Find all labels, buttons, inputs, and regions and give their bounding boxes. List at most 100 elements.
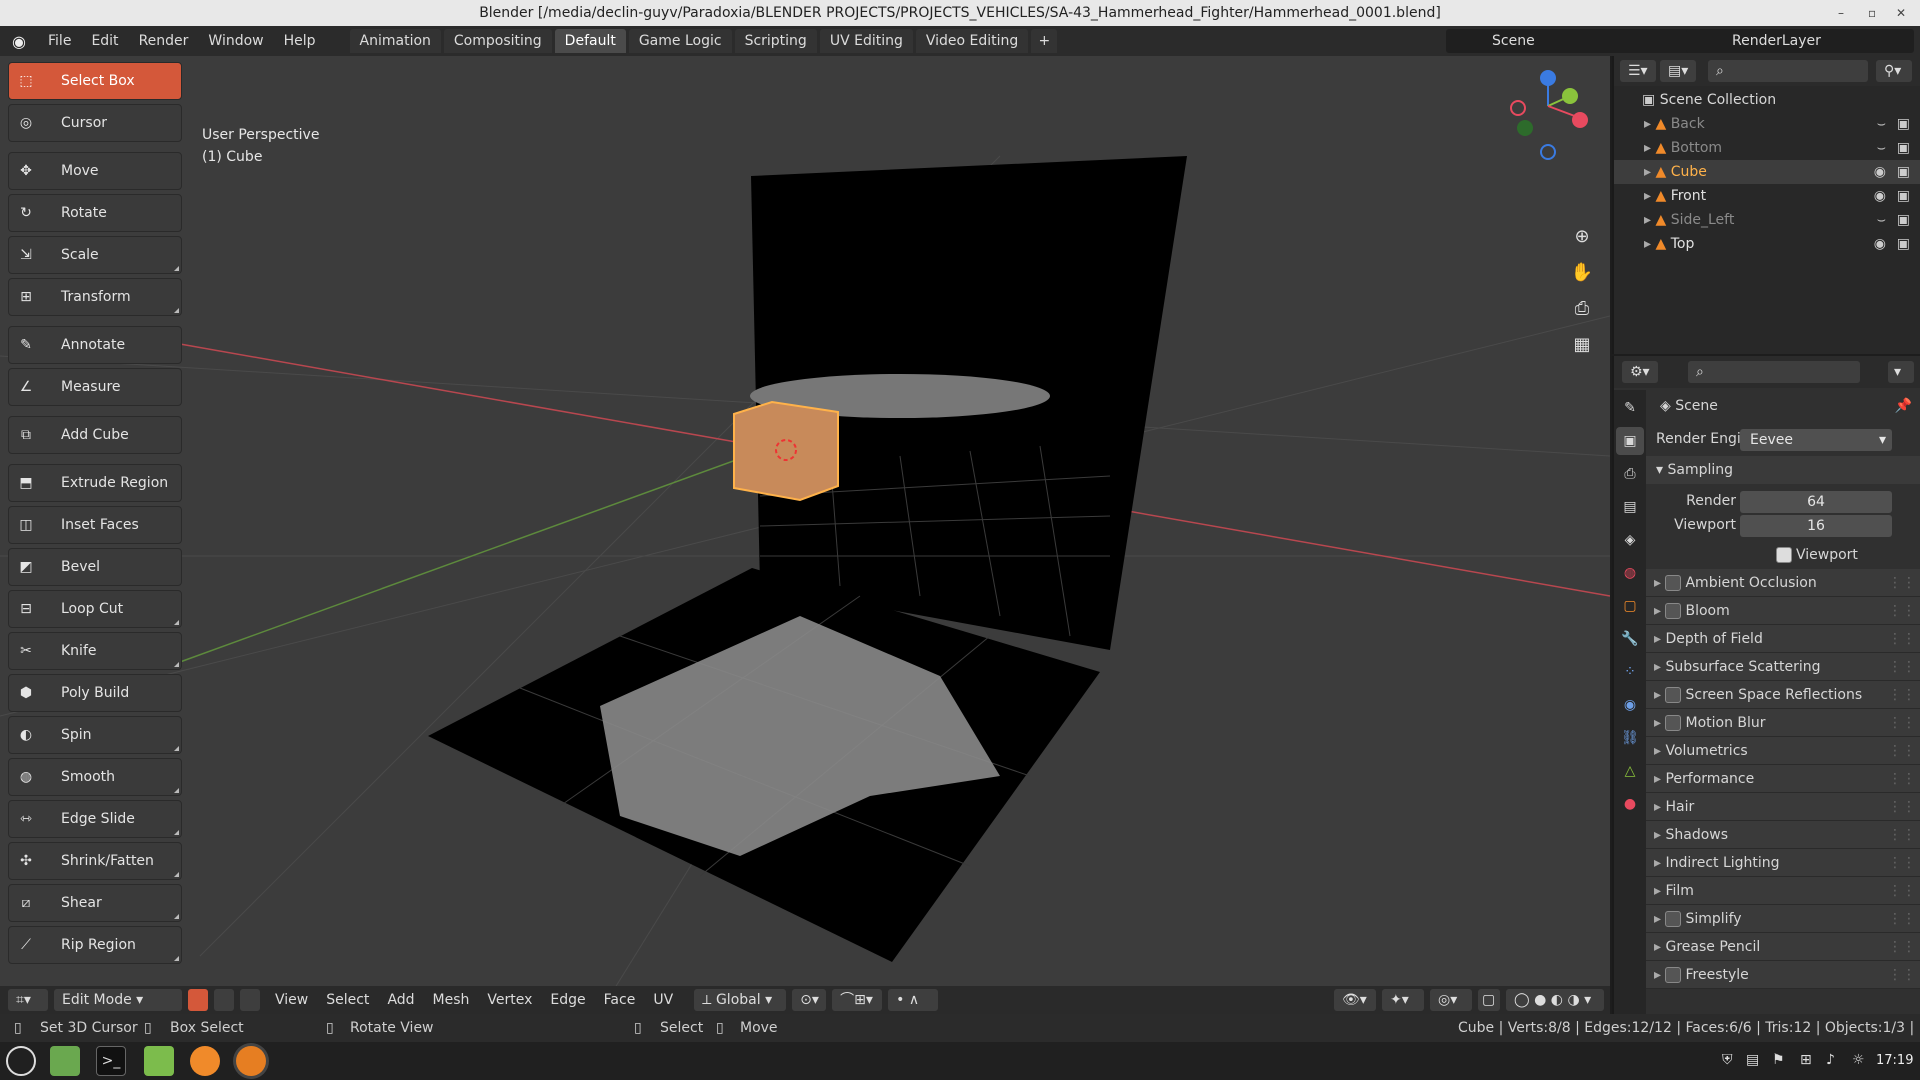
tool-edge-slide[interactable]: ⇿ Edge Slide [8, 800, 182, 838]
tool-smooth[interactable]: ◍ Smooth [8, 758, 182, 796]
tool-shrink-fatten[interactable]: ✣ Shrink/Fatten [8, 842, 182, 880]
render-tab-icon[interactable]: ▣ [1616, 427, 1644, 455]
tool-cursor[interactable]: ◎ Cursor [8, 104, 182, 142]
properties-editor-type-icon[interactable]: ⚙▾ [1622, 361, 1658, 383]
viewport-samples-field[interactable]: 16 [1740, 515, 1892, 537]
tool-select-box[interactable]: ⬚ Select Box [8, 62, 182, 100]
scene-collection-row[interactable]: ▣ Scene Collection [1614, 88, 1920, 112]
panel-expand-icon[interactable]: ▸ [1654, 631, 1665, 647]
panel-hair[interactable]: ▸ Hair ⋮⋮ [1646, 793, 1920, 821]
tool-variants-indicator[interactable] [174, 914, 179, 919]
eye-closed-icon[interactable]: ⌣ [1877, 112, 1886, 136]
expand-arrow-icon[interactable]: ▸ [1644, 116, 1655, 132]
expand-arrow-icon[interactable]: ▸ [1644, 212, 1655, 228]
tool-knife[interactable]: ✂ Knife [8, 632, 182, 670]
panel-ambient-occlusion[interactable]: ▸ Ambient Occlusion ⋮⋮ [1646, 569, 1920, 597]
output-tab-icon[interactable]: ⎙ [1616, 460, 1644, 488]
tool-variants-indicator[interactable] [174, 746, 179, 751]
tool-rotate[interactable]: ↻ Rotate [8, 194, 182, 232]
panel-expand-icon[interactable]: ▸ [1654, 967, 1665, 983]
panel-expand-icon[interactable]: ▸ [1654, 855, 1665, 871]
panel-expand-icon[interactable]: ▸ [1654, 799, 1665, 815]
modifier-tab-icon[interactable]: 🔧 [1616, 625, 1644, 653]
panel-enable-checkbox[interactable] [1665, 715, 1682, 731]
menu-uv[interactable]: UV [644, 986, 682, 1014]
edge-select-icon[interactable] [214, 989, 234, 1011]
brightness-icon[interactable]: ☼ [1852, 1052, 1865, 1068]
panel-grease-pencil[interactable]: ▸ Grease Pencil ⋮⋮ [1646, 933, 1920, 961]
particles-tab-icon[interactable]: ⁘ [1616, 658, 1644, 686]
tab-game-logic[interactable]: Game Logic [628, 29, 732, 53]
properties-search-input[interactable]: ⌕ [1688, 361, 1860, 383]
properties-options-icon[interactable]: ▾ [1888, 361, 1914, 383]
drag-handle-icon[interactable]: ⋮⋮ [1888, 681, 1916, 709]
tab-uv-editing[interactable]: UV Editing [819, 29, 913, 53]
viewport-scene[interactable] [0, 56, 1610, 1012]
panel-expand-icon[interactable]: ▸ [1654, 911, 1665, 927]
render-camera-icon[interactable]: ▣ [1897, 136, 1910, 160]
selected-cube[interactable] [733, 400, 839, 502]
tool-add-cube[interactable]: ⧉ Add Cube [8, 416, 182, 454]
menu-edge[interactable]: Edge [541, 986, 594, 1014]
tool-variants-indicator[interactable] [174, 620, 179, 625]
clock[interactable]: 17:19 [1876, 1053, 1913, 1068]
object-tab-icon[interactable]: ▢ [1616, 592, 1644, 620]
tool-tab-icon[interactable]: ✎ [1616, 394, 1644, 422]
drag-handle-icon[interactable]: ⋮⋮ [1888, 933, 1916, 961]
volume-icon[interactable]: ♪ [1826, 1052, 1835, 1068]
panel-simplify[interactable]: ▸ Simplify ⋮⋮ [1646, 905, 1920, 933]
panel-motion-blur[interactable]: ▸ Motion Blur ⋮⋮ [1646, 709, 1920, 737]
outliner-item-bottom[interactable]: ▸ ▲ Bottom ⌣ ▣ [1614, 136, 1920, 160]
tool-bevel[interactable]: ◩ Bevel [8, 548, 182, 586]
tool-poly-build[interactable]: ⬢ Poly Build [8, 674, 182, 712]
panel-volumetrics[interactable]: ▸ Volumetrics ⋮⋮ [1646, 737, 1920, 765]
blender-logo-icon[interactable]: ◉ [0, 32, 38, 51]
outliner-item-side-left[interactable]: ▸ ▲ Side_Left ⌣ ▣ [1614, 208, 1920, 232]
tool-transform[interactable]: ⊞ Transform [8, 278, 182, 316]
files-icon[interactable] [50, 1046, 80, 1076]
menu-view[interactable]: View [266, 986, 317, 1014]
menu-file[interactable]: File [38, 26, 81, 56]
panel-enable-checkbox[interactable] [1665, 575, 1682, 591]
tab-scripting[interactable]: Scripting [734, 29, 817, 53]
panel-expand-icon[interactable]: ▸ [1654, 575, 1665, 591]
gizmo-z-icon[interactable] [1540, 70, 1556, 86]
physics-tab-icon[interactable]: ◉ [1616, 691, 1644, 719]
eye-open-icon[interactable]: ◉ [1874, 232, 1886, 256]
xray-toggle-icon[interactable]: ▢ [1478, 989, 1500, 1011]
drag-handle-icon[interactable]: ⋮⋮ [1888, 569, 1916, 597]
drag-handle-icon[interactable]: ⋮⋮ [1888, 597, 1916, 625]
tool-rip-region[interactable]: ⟋ Rip Region [8, 926, 182, 964]
proportional-edit-icon[interactable]: • ∧ [888, 989, 939, 1011]
drag-handle-icon[interactable]: ⋮⋮ [1888, 625, 1916, 653]
gizmo-x-icon[interactable] [1572, 112, 1588, 128]
world-tab-icon[interactable]: ◍ [1616, 559, 1644, 587]
tool-variants-indicator[interactable] [174, 788, 179, 793]
gizmo-neg-z-icon[interactable] [1540, 144, 1556, 160]
outliner-editor-type-icon[interactable]: ☰▾ [1620, 60, 1656, 82]
material-tab-icon[interactable]: ● [1616, 790, 1644, 818]
tool-variants-indicator[interactable] [174, 662, 179, 667]
shading-mode-icons[interactable]: ◯ ● ◐ ◑ ▾ [1506, 989, 1604, 1011]
gizmo-neg-x-icon[interactable] [1510, 100, 1526, 116]
zoom-icon[interactable]: ⊕ [1566, 220, 1598, 252]
perspective-grid-icon[interactable]: ▦ [1566, 328, 1598, 360]
tool-inset-faces[interactable]: ◫ Inset Faces [8, 506, 182, 544]
panel-bloom[interactable]: ▸ Bloom ⋮⋮ [1646, 597, 1920, 625]
data-tab-icon[interactable]: △ [1616, 757, 1644, 785]
panel-performance[interactable]: ▸ Performance ⋮⋮ [1646, 765, 1920, 793]
drag-handle-icon[interactable]: ⋮⋮ [1888, 793, 1916, 821]
panel-expand-icon[interactable]: ▸ [1654, 687, 1665, 703]
eye-open-icon[interactable]: ◉ [1874, 160, 1886, 184]
outliner-item-back[interactable]: ▸ ▲ Back ⌣ ▣ [1614, 112, 1920, 136]
vertex-select-icon[interactable] [188, 989, 208, 1011]
tab-animation[interactable]: Animation [349, 29, 441, 53]
overlay-toggle-icon[interactable]: ◎▾ [1430, 989, 1472, 1011]
outliner-item-cube[interactable]: ▸ ▲ Cube ◉ ▣ [1614, 160, 1920, 184]
display-mode-icon[interactable]: ▤▾ [1660, 60, 1696, 82]
menu-edit[interactable]: Edit [81, 26, 128, 56]
panel-expand-icon[interactable]: ▸ [1654, 883, 1665, 899]
tool-annotate[interactable]: ✎ Annotate [8, 326, 182, 364]
panel-film[interactable]: ▸ Film ⋮⋮ [1646, 877, 1920, 905]
scene-tab-icon[interactable]: ◈ [1616, 526, 1644, 554]
